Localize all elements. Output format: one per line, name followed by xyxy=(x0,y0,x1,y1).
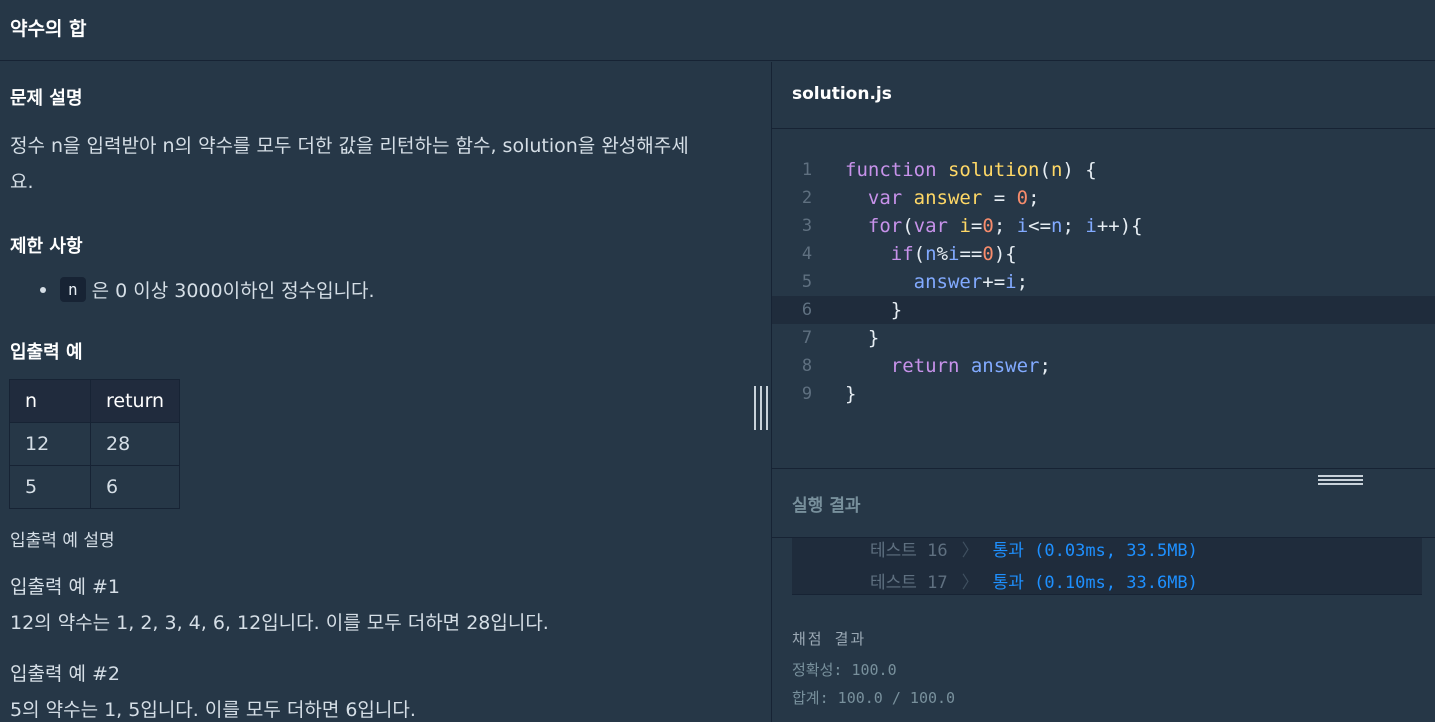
results-title: 실행 결과 xyxy=(792,496,861,516)
examples-title: 입출력 예 xyxy=(10,342,83,363)
horizontal-resize-handle[interactable] xyxy=(1318,475,1363,485)
table-cell: 28 xyxy=(89,422,181,466)
table-row: 5 6 xyxy=(9,465,181,509)
table-header-cell: n xyxy=(9,379,91,423)
chevron-right-icon: 〉 xyxy=(961,573,979,593)
code-line[interactable]: 7 } xyxy=(772,324,1435,352)
code-line[interactable]: 5 answer+=i; xyxy=(772,268,1435,296)
header: 약수의 합 xyxy=(0,0,1435,61)
description-title: 문제 설명 xyxy=(10,88,83,109)
table-cell: 5 xyxy=(9,465,91,509)
code-line[interactable]: 8 return answer; xyxy=(772,352,1435,380)
example-1-title: 입출력 예 #1 xyxy=(10,576,121,598)
code-line-active[interactable]: 6 } xyxy=(772,296,1435,324)
results-panel: 테스트 16 〉 통과 (0.03ms, 33.5MB) 테스트 17 〉 통과 (0.… xyxy=(772,538,1435,722)
problem-panel: 문제 설명 정수 n을 입력받아 n의 약수를 모두 더한 값을 리턴하는 함수… xyxy=(0,62,771,722)
results-header: 실행 결과 xyxy=(772,468,1435,538)
table-row: 12 28 xyxy=(9,422,181,466)
vertical-resize-handle[interactable] xyxy=(754,386,768,430)
constraint-item: n 은 0 이상 3000이하인 정수입니다. xyxy=(40,276,375,303)
code-line[interactable]: 2 var answer = 0; xyxy=(772,184,1435,212)
table-header-row: n return xyxy=(9,379,181,423)
code-line[interactable]: 4 if(n%i==0){ xyxy=(772,240,1435,268)
page-title: 약수의 합 xyxy=(10,18,87,40)
test-list[interactable]: 테스트 16 〉 통과 (0.03ms, 33.5MB) 테스트 17 〉 통과 (0.… xyxy=(792,538,1422,595)
test-result-row: 테스트 17 〉 통과 (0.10ms, 33.6MB) xyxy=(870,573,1198,593)
table-cell: 6 xyxy=(89,465,181,509)
file-name: solution.js xyxy=(792,84,892,104)
constraint-text: 은 0 이상 3000이하인 정수입니다. xyxy=(91,280,375,302)
example-2-text: 5의 약수는 1, 5입니다. 이를 모두 더하면 6입니다. xyxy=(10,699,416,721)
table-cell: 12 xyxy=(9,422,91,466)
code-editor[interactable]: 1 function solution(n) { 2 var answer = 0… xyxy=(772,130,1435,468)
examples-table: n return 12 28 5 6 xyxy=(9,379,181,509)
code-line[interactable]: 3 for(var i=0; i<=n; i++){ xyxy=(772,212,1435,240)
grading-title: 채점 결과 xyxy=(792,630,867,648)
description-line-2: 요. xyxy=(10,171,34,193)
example-1-text: 12의 약수는 1, 2, 3, 4, 6, 12입니다. 이를 모두 더하면 … xyxy=(10,612,549,634)
file-tab[interactable]: solution.js xyxy=(772,62,1435,129)
code-line[interactable]: 9} xyxy=(772,380,1435,408)
description-text: 정수 n을 입력받아 n의 약수를 모두 더한 값을 리턴하는 함수, solu… xyxy=(10,128,730,200)
bullet-icon xyxy=(40,286,46,293)
examples-explain-title: 입출력 예 설명 xyxy=(10,531,115,551)
grading-total: 합계: 100.0 / 100.0 xyxy=(792,689,956,707)
code-line[interactable]: 1 function solution(n) { xyxy=(772,156,1435,184)
description-line-1: 정수 n을 입력받아 n의 약수를 모두 더한 값을 리턴하는 함수, solu… xyxy=(10,135,689,157)
chevron-right-icon: 〉 xyxy=(961,541,979,561)
table-header-cell: return xyxy=(89,379,181,423)
example-2-title: 입출력 예 #2 xyxy=(10,663,121,685)
constraint-code: n xyxy=(60,277,86,302)
editor-panel: solution.js 1 function solution(n) { 2 va… xyxy=(772,62,1435,722)
constraints-title: 제한 사항 xyxy=(10,236,83,257)
grading-accuracy: 정확성: 100.0 xyxy=(792,661,897,679)
test-result-row: 테스트 16 〉 통과 (0.03ms, 33.5MB) xyxy=(870,541,1198,561)
